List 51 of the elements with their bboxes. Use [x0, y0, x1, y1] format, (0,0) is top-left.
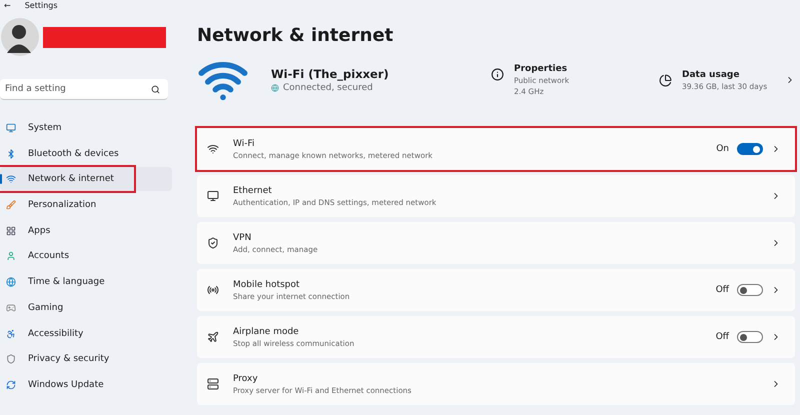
- shield-icon: [207, 237, 219, 249]
- hotspot-icon: [207, 284, 219, 296]
- search-icon: [151, 85, 160, 94]
- search-field[interactable]: Find a setting: [0, 79, 168, 100]
- back-icon[interactable]: ←: [4, 1, 11, 10]
- toggle-state: Off: [716, 332, 729, 342]
- setting-title: Proxy: [233, 374, 259, 384]
- nav-item[interactable]: Accounts: [0, 244, 172, 268]
- toggle-switch[interactable]: [737, 284, 763, 296]
- pie-chart-icon: [659, 74, 672, 86]
- gamepad-icon: [6, 302, 16, 313]
- globe-icon: [271, 84, 279, 92]
- toggle-switch[interactable]: [737, 331, 763, 343]
- nav-item[interactable]: Gaming: [0, 296, 172, 320]
- window-title: Settings: [24, 1, 58, 10]
- apps-icon: [6, 226, 16, 236]
- nav-item[interactable]: Time & language: [0, 270, 172, 294]
- monitor-icon: [6, 123, 16, 133]
- toggle-state: On: [716, 144, 729, 154]
- bluetooth-icon: [6, 148, 16, 159]
- proxy-icon: [207, 378, 219, 390]
- setting-title: Mobile hotspot: [233, 280, 301, 290]
- globe-icon: [6, 277, 16, 288]
- monitor-icon: [207, 190, 219, 202]
- nav-item[interactable]: Network & internet: [0, 167, 172, 192]
- accessibility-icon: [6, 328, 16, 338]
- data-usage-title: Data usage: [682, 70, 740, 80]
- toggle-switch[interactable]: [737, 143, 763, 155]
- brush-icon: [6, 200, 16, 210]
- nav-item[interactable]: System: [0, 116, 172, 140]
- airplane-icon: [207, 331, 219, 343]
- setting-title: Ethernet: [233, 186, 273, 196]
- network-name: Wi-Fi (The_pixxer): [271, 67, 390, 81]
- person-icon: [6, 251, 16, 262]
- nav-item[interactable]: Privacy & security: [0, 347, 172, 372]
- info-icon: [491, 68, 504, 81]
- setting-title: Wi-Fi: [233, 138, 256, 148]
- toggle-state: Off: [716, 285, 729, 295]
- nav-item[interactable]: Apps: [0, 218, 172, 243]
- connection-status: Connected, secured: [283, 83, 373, 93]
- nav-item[interactable]: Accessibility: [0, 322, 172, 346]
- setting-title: Airplane mode: [233, 326, 300, 336]
- properties-title: Properties: [514, 64, 568, 74]
- page-title: Network & internet: [197, 25, 394, 46]
- avatar: [1, 18, 39, 56]
- nav-item[interactable]: Bluetooth & devices: [0, 142, 172, 166]
- setting-title: VPN: [233, 232, 252, 242]
- update-icon: [6, 380, 16, 390]
- shield-icon: [6, 354, 16, 364]
- nav-item[interactable]: Windows Update: [0, 372, 172, 397]
- nav-item[interactable]: Personalization: [0, 193, 172, 218]
